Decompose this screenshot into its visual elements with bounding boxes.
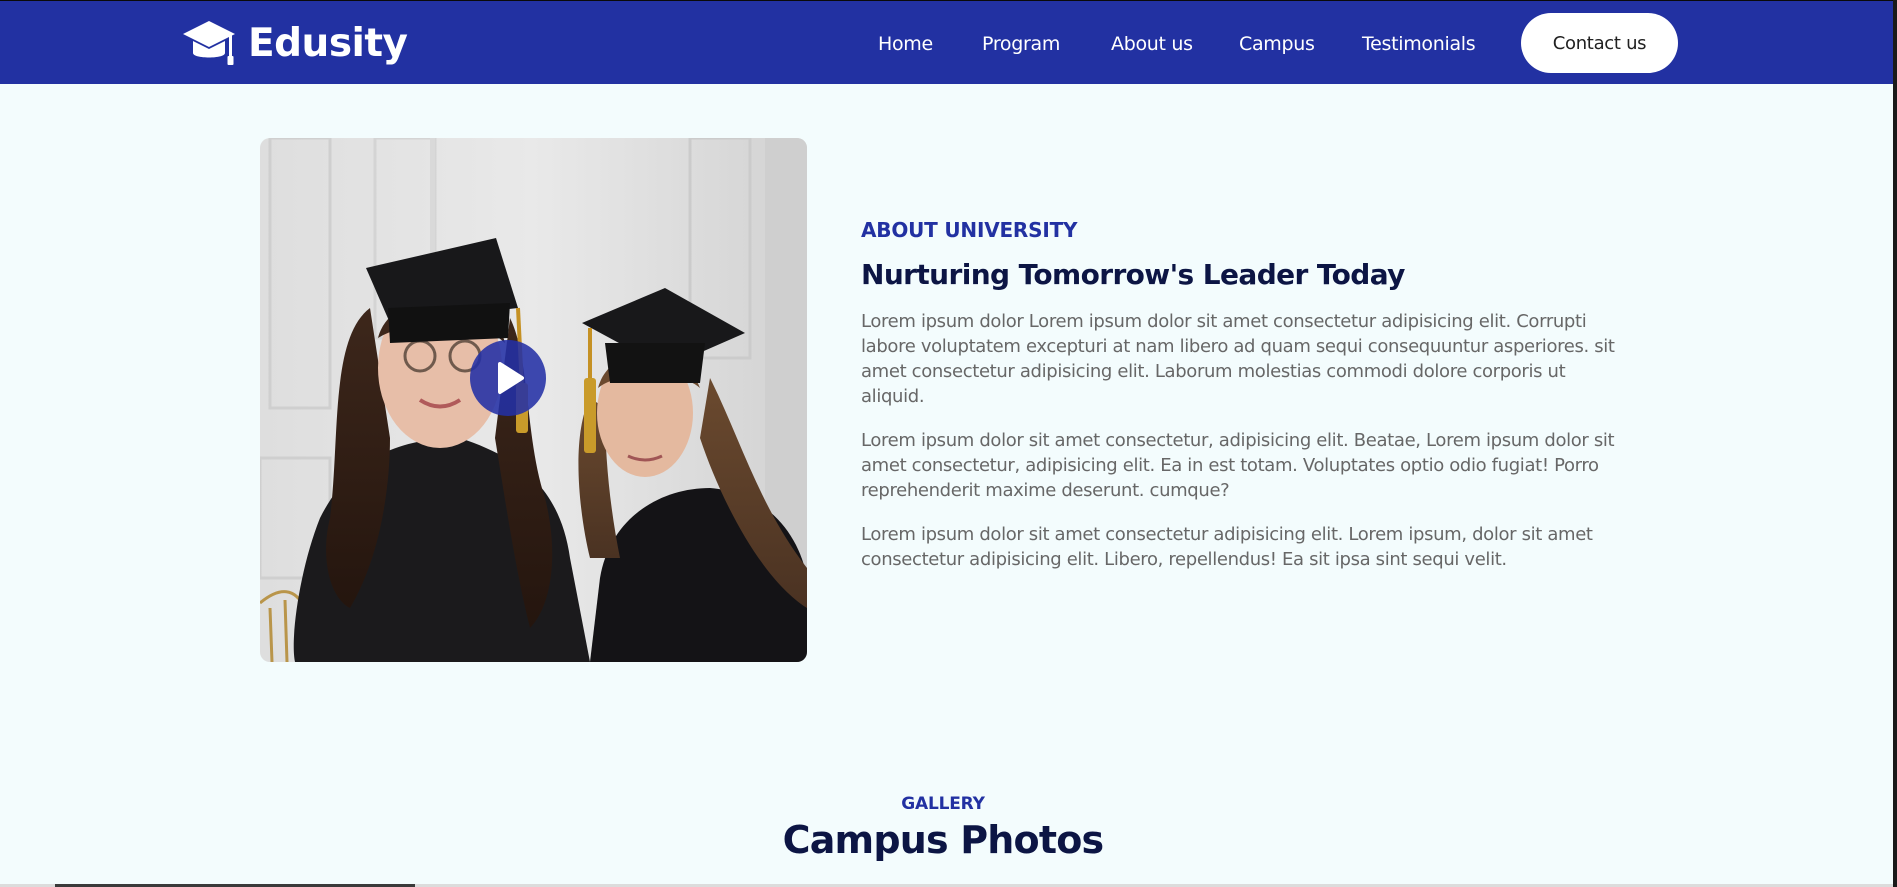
contact-button[interactable]: Contact us — [1521, 13, 1678, 73]
gallery-subtitle: GALLERY — [901, 794, 985, 814]
nav-campus[interactable]: Campus — [1239, 33, 1315, 55]
play-video-button[interactable] — [470, 340, 546, 416]
brand-name: Edusity — [248, 20, 408, 66]
navbar: Edusity Home Program About us Campus Tes… — [0, 0, 1897, 84]
brand-logo[interactable]: Edusity — [182, 19, 408, 67]
nav-testimonials[interactable]: Testimonials — [1362, 33, 1476, 55]
nav-program[interactable]: Program — [982, 33, 1060, 55]
nav-home[interactable]: Home — [878, 33, 933, 55]
about-subtitle: ABOUT UNIVERSITY — [861, 218, 1078, 242]
about-paragraph: Lorem ipsum dolor sit amet consectetur, … — [861, 430, 1615, 501]
window-edge — [1893, 0, 1897, 887]
about-paragraph: Lorem ipsum dolor sit amet consectetur a… — [861, 524, 1593, 570]
about-title: Nurturing Tomorrow's Leader Today — [861, 258, 1405, 291]
about-paragraph: Lorem ipsum dolor Lorem ipsum dolor sit … — [861, 311, 1615, 407]
nav-about-us[interactable]: About us — [1111, 33, 1193, 55]
play-icon — [498, 362, 524, 394]
gallery-title: Campus Photos — [782, 818, 1105, 862]
graduation-cap-icon — [183, 21, 235, 65]
